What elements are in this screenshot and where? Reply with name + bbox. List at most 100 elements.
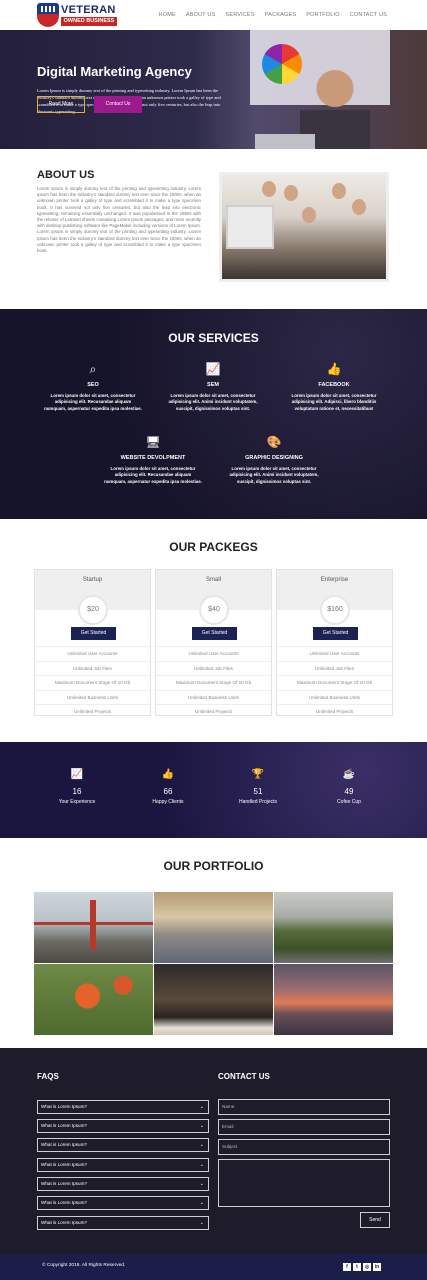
color-wheel-image (262, 44, 302, 84)
packages-title: OUR PACKEGS (169, 540, 258, 554)
hero-banner: Digital Marketing Agency Lorem Ipsum is … (0, 30, 427, 149)
flag-shield-icon (37, 3, 59, 27)
package-startup: Startup $20 Get Started Unlimited User A… (34, 569, 151, 716)
nav-home[interactable]: HOME (159, 12, 176, 18)
faq-item[interactable]: What is Lorem Ipsum? ⌄ (37, 1216, 209, 1230)
nav-about-us[interactable]: ABOUT US (186, 12, 216, 18)
nav-services[interactable]: SERVICES (225, 12, 254, 18)
faq-item[interactable]: What is Lorem Ipsum? ⌄ (37, 1138, 209, 1152)
service-text: Lorem ipsum dolor sit amet, consectetur … (44, 393, 142, 411)
services-title: OUR SERVICES (168, 331, 259, 345)
subject-field[interactable]: Subject (218, 1139, 390, 1155)
train-station-crowd-photo[interactable] (154, 892, 273, 963)
stat-coffee: ☕ 49 Cofee Cup (314, 769, 384, 805)
service-graphic: 🎨 GRAPHIC DESIGNING Lorem ipsum dolor si… (224, 435, 324, 485)
sunset-sea-photo[interactable] (274, 964, 393, 1035)
service-title: SEO (87, 382, 99, 388)
service-website: 🖥 WEBSITE DEVOLPMENT Lorem ipsum dolor s… (103, 435, 203, 485)
name-field[interactable]: Name (218, 1099, 390, 1115)
nav-packages[interactable]: PACKAGES (265, 12, 296, 18)
faq-item[interactable]: What is Lorem Ipsum? ⌄ (37, 1100, 209, 1114)
dusk-house-photo[interactable] (154, 964, 273, 1035)
paint-palette-icon: 🎨 (266, 435, 282, 449)
stat-clients: 👍 66 Happy Clients (133, 769, 203, 805)
service-facebook: 👍 FACEBOOK Lorem ipsum dolor sit amet, c… (284, 362, 384, 412)
linkedin-icon[interactable]: in (373, 1263, 381, 1271)
read-more-button[interactable]: Read More (37, 96, 85, 113)
coffee-cup-icon: ☕ (342, 769, 356, 780)
nav-portfolio[interactable]: PORTFOLIO (306, 12, 339, 18)
package-feature: Unlimited User Accounts (35, 646, 150, 661)
veteran-logo[interactable]: VETERAN OWNED BUSINESS (37, 3, 117, 27)
service-title: FACEBOOK (318, 382, 350, 388)
hero-contact-button[interactable]: Contact Us (94, 96, 142, 113)
package-price: $160 (320, 595, 350, 625)
package-price: $40 (199, 595, 229, 625)
person-head (302, 207, 316, 223)
orange-tulips-photo[interactable] (34, 964, 153, 1035)
stat-label: Handled Projects (238, 799, 278, 805)
message-textarea[interactable] (218, 1159, 390, 1207)
faq-question: What is Lorem Ipsum? (41, 1200, 87, 1205)
package-feature: Maximum Document Stoge Of 10 Gb (156, 675, 271, 690)
faq-item[interactable]: What is Lorem Ipsum? ⌄ (37, 1177, 209, 1191)
stat-label: Happy Clients (152, 799, 184, 805)
package-feature: Unlimited Projects (156, 704, 271, 719)
site-header: VETERAN OWNED BUSINESS HOME ABOUT US SER… (0, 0, 427, 30)
chevron-down-icon: ⌄ (199, 1220, 204, 1226)
nav-contact-us[interactable]: CONTACT US (350, 12, 387, 18)
faq-question: What is Lorem Ipsum? (41, 1220, 87, 1225)
chevron-down-icon: ⌄ (199, 1162, 204, 1168)
twitter-icon[interactable]: t (353, 1263, 361, 1271)
logo-line1: VETERAN (61, 4, 116, 16)
package-feature: Unlimited Job Files (156, 660, 271, 676)
faq-item[interactable]: What is Lorem Ipsum? ⌄ (37, 1119, 209, 1133)
person-head (284, 185, 298, 201)
facebook-icon[interactable]: f (343, 1263, 351, 1271)
package-feature: Maximum Document Stoge Of 10 Gb (35, 675, 150, 690)
service-text: Lorem ipsum dolor sit amet, consectetur … (104, 466, 202, 484)
team-photo (219, 172, 389, 282)
faq-item[interactable]: What is Lorem Ipsum? ⌄ (37, 1158, 209, 1172)
get-started-button[interactable]: Get Started (71, 627, 116, 640)
faq-question: What is Lorem Ipsum? (41, 1142, 87, 1147)
laptop-image (255, 134, 315, 149)
instagram-icon[interactable]: ◎ (363, 1263, 371, 1271)
package-price: $20 (78, 595, 108, 625)
package-feature: Unlimited Job Files (35, 660, 150, 676)
service-title: SEM (207, 382, 219, 388)
package-feature: Maximum Document Stoge Of 10 Gb (277, 675, 392, 690)
stat-label: Your Experience (58, 799, 96, 805)
service-title: WEBSITE DEVOLPMENT (120, 455, 186, 461)
package-feature: Unlimited User Accounts (156, 646, 271, 661)
email-field[interactable]: Email (218, 1119, 390, 1135)
chevron-down-icon: ⌄ (199, 1142, 204, 1148)
golden-gate-bridge-photo[interactable] (34, 892, 153, 963)
about-text: Lorem Ipsum is simply dummy text of the … (37, 186, 201, 254)
chevron-down-icon: ⌄ (199, 1181, 204, 1187)
faq-item[interactable]: What is Lorem Ipsum? ⌄ (37, 1196, 209, 1210)
about-title: ABOUT US (37, 169, 95, 181)
faq-question: What is Lorem Ipsum? (41, 1104, 87, 1109)
stat-projects: 🏆 51 Handled Projects (223, 769, 293, 805)
package-feature: Unlimited Business Units (277, 689, 392, 705)
package-name: Startup (82, 577, 103, 583)
send-button[interactable]: Send (360, 1212, 390, 1228)
monitor-image (226, 205, 274, 249)
package-name: Small (205, 577, 221, 583)
get-started-button[interactable]: Get Started (192, 627, 237, 640)
thumbs-up-icon: 👍 (161, 769, 175, 780)
get-started-button[interactable]: Get Started (313, 627, 358, 640)
package-feature: Unlimited Projects (277, 704, 392, 719)
package-feature: Unlimited Business Units (156, 689, 271, 705)
service-title: GRAPHIC DESIGNING (245, 455, 303, 461)
package-feature: Unlimited Job Files (277, 660, 392, 676)
contact-title: CONTACT US (218, 1072, 270, 1081)
person-head (262, 181, 276, 197)
package-feature: Unlimited Business Units (35, 689, 150, 705)
green-hills-road-photo[interactable] (274, 892, 393, 963)
service-text: Lorem ipsum dolor sit amet, consectetur … (229, 466, 319, 484)
sem-chart-icon: 📈 (205, 362, 221, 376)
package-name: Enterprise (320, 577, 349, 583)
stat-value: 66 (163, 787, 173, 796)
